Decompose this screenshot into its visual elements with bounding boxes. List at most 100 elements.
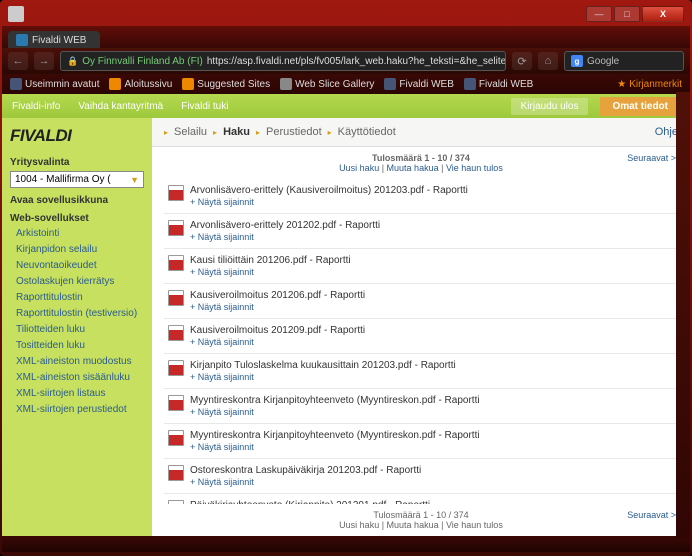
search-input[interactable]: g Google	[564, 51, 684, 71]
cert-company: Oy Finnvalli Finland Ab (FI)	[82, 56, 203, 67]
result-title: Ostoreskontra Laskupäiväkirja 201203.pdf…	[190, 465, 674, 476]
crumb-kayttotiedot[interactable]: Käyttötiedot	[338, 126, 396, 138]
company-select[interactable]: 1004 - Mallifirma Oy ( ▼	[10, 171, 144, 188]
show-locations-link[interactable]: + Näytä sijainnit	[190, 477, 674, 487]
show-locations-link[interactable]: + Näytä sijainnit	[190, 337, 674, 347]
own-info-button[interactable]: Omat tiedot	[600, 97, 680, 116]
bookmark-fivaldi-2[interactable]: Fivaldi WEB	[464, 78, 533, 90]
chevron-right-icon: ▸	[213, 128, 217, 137]
sidebar-item-tiliotteiden[interactable]: Tiliotteiden luku	[10, 323, 144, 336]
sidebar-item-arkistointi[interactable]: Arkistointi	[10, 227, 144, 240]
result-title: Kausi tiliöittäin 201206.pdf - Raportti	[190, 255, 674, 266]
folder-icon	[10, 78, 22, 90]
maximize-button[interactable]: □	[614, 6, 640, 22]
app-icon	[8, 6, 24, 22]
chevron-right-icon: ▸	[164, 128, 168, 137]
url-text: https://asp.fivaldi.net/pls/fv005/lark_w…	[207, 56, 506, 67]
result-row[interactable]: Kausiveroilmoitus 201206.pdf - Raportti+…	[164, 284, 678, 319]
result-row[interactable]: Myyntireskontra Kirjanpitoyhteenveto (My…	[164, 389, 678, 424]
home-button[interactable]: ⌂	[538, 52, 558, 70]
bookmarks-menu-icon[interactable]: ★ Kirjanmerkit	[617, 79, 682, 90]
chevron-down-icon: ▼	[130, 175, 139, 185]
help-link[interactable]: Ohje	[655, 126, 678, 138]
sidebar-item-raporttitulostin-test[interactable]: Raporttitulostin (testiversio)	[10, 307, 144, 320]
result-row[interactable]: Kirjanpito Tuloslaskelma kuukausittain 2…	[164, 354, 678, 389]
export-results-link[interactable]: Vie haun tulos	[446, 520, 503, 530]
bookmark-webslice[interactable]: Web Slice Gallery	[280, 78, 374, 90]
logo: FIVALDI	[10, 126, 144, 146]
breadcrumb: ▸ Selailu ▸ Haku ▸ Perustiedot ▸ Käyttöt…	[152, 118, 690, 147]
address-bar: ← → 🔒 Oy Finnvalli Finland Ab (FI) https…	[2, 48, 690, 74]
new-search-link[interactable]: Uusi haku	[339, 520, 379, 530]
page-icon	[280, 78, 292, 90]
close-button[interactable]: X	[642, 6, 684, 22]
status-bar	[2, 536, 690, 552]
sidebar-item-raporttitulostin[interactable]: Raporttitulostin	[10, 291, 144, 304]
result-count: Tulosmäärä 1 - 10 / 374	[164, 510, 678, 520]
result-title: Arvonlisävero-erittely (Kausiveroilmoitu…	[190, 185, 674, 196]
result-title: Kausiveroilmoitus 201206.pdf - Raportti	[190, 290, 674, 301]
show-locations-link[interactable]: + Näytä sijainnit	[190, 442, 674, 452]
open-app-window[interactable]: Avaa sovellusikkuna	[10, 195, 144, 206]
crumb-perustiedot[interactable]: Perustiedot	[266, 126, 322, 138]
result-row[interactable]: Arvonlisävero-erittely 201202.pdf - Rapo…	[164, 214, 678, 249]
pdf-icon	[168, 430, 182, 444]
sidebar-item-xml-perustiedot[interactable]: XML-siirtojen perustiedot	[10, 403, 144, 416]
chevron-right-icon: ▸	[256, 128, 260, 137]
sidebar-item-xml-listaus[interactable]: XML-siirtojen listaus	[10, 387, 144, 400]
next-page-link[interactable]: Seuraavat >	[627, 153, 676, 163]
nav-switch-company[interactable]: Vaihda kantayritmä	[78, 101, 163, 112]
sidebar-item-kirjanpidon-selailu[interactable]: Kirjanpidon selailu	[10, 243, 144, 256]
next-page-link[interactable]: Seuraavat >	[627, 510, 676, 520]
chevron-right-icon: ▸	[328, 128, 332, 137]
browser-tab[interactable]: Fivaldi WEB	[8, 31, 100, 48]
show-locations-link[interactable]: + Näytä sijainnit	[190, 232, 674, 242]
sidebar-item-ostolaskujen[interactable]: Ostolaskujen kierrätys	[10, 275, 144, 288]
modify-search-link[interactable]: Muuta hakua	[387, 163, 439, 173]
page-icon	[384, 78, 396, 90]
page-icon	[109, 78, 121, 90]
sidebar-item-xml-sisaanluku[interactable]: XML-aineiston sisäänluku	[10, 371, 144, 384]
pdf-icon	[168, 185, 182, 199]
pdf-icon	[168, 395, 182, 409]
show-locations-link[interactable]: + Näytä sijainnit	[190, 407, 674, 417]
result-title: Arvonlisävero-erittely 201202.pdf - Rapo…	[190, 220, 674, 231]
show-locations-link[interactable]: + Näytä sijainnit	[190, 372, 674, 382]
result-row[interactable]: Myyntireskontra Kirjanpitoyhteenveto (My…	[164, 424, 678, 459]
nav-support[interactable]: Fivaldi tuki	[181, 101, 228, 112]
result-row[interactable]: Kausiveroilmoitus 201209.pdf - Raportti+…	[164, 319, 678, 354]
result-row[interactable]: Arvonlisävero-erittely (Kausiveroilmoitu…	[164, 179, 678, 214]
crumb-selailu[interactable]: Selailu	[174, 126, 207, 138]
lock-icon: 🔒	[67, 56, 78, 67]
result-row[interactable]: Päiväkirjayhteenveto (Kirjanpito) 201201…	[164, 494, 678, 504]
bookmark-fivaldi-1[interactable]: Fivaldi WEB	[384, 78, 453, 90]
result-row[interactable]: Kausi tiliöittäin 201206.pdf - Raportti+…	[164, 249, 678, 284]
crumb-haku[interactable]: Haku	[223, 126, 250, 138]
pdf-icon	[168, 255, 182, 269]
result-row[interactable]: Ostoreskontra Laskupäiväkirja 201203.pdf…	[164, 459, 678, 494]
web-apps-label: Web-sovellukset	[10, 213, 144, 224]
minimize-button[interactable]: —	[586, 6, 612, 22]
search-engine-label: Google	[587, 56, 619, 67]
bookmark-suggested[interactable]: Suggested Sites	[182, 78, 270, 90]
new-search-link[interactable]: Uusi haku	[339, 163, 379, 173]
nav-fivaldi-info[interactable]: Fivaldi-info	[12, 101, 60, 112]
result-count: Tulosmäärä 1 - 10 / 374	[164, 153, 678, 163]
logout-button[interactable]: Kirjaudu ulos	[511, 98, 589, 115]
show-locations-link[interactable]: + Näytä sijainnit	[190, 267, 674, 277]
modify-search-link[interactable]: Muuta hakua	[387, 520, 439, 530]
scrollbar[interactable]	[676, 92, 690, 538]
show-locations-link[interactable]: + Näytä sijainnit	[190, 302, 674, 312]
reload-button[interactable]: ⟳	[512, 52, 532, 70]
export-results-link[interactable]: Vie haun tulos	[446, 163, 503, 173]
sidebar-item-xml-muodostus[interactable]: XML-aineiston muodostus	[10, 355, 144, 368]
company-select-value: 1004 - Mallifirma Oy (	[15, 174, 111, 185]
bookmark-homepage[interactable]: Aloitussivu	[109, 78, 172, 90]
back-button[interactable]: ←	[8, 52, 28, 70]
sidebar-item-tositteiden[interactable]: Tositteiden luku	[10, 339, 144, 352]
forward-button[interactable]: →	[34, 52, 54, 70]
show-locations-link[interactable]: + Näytä sijainnit	[190, 197, 674, 207]
bookmark-most-visited[interactable]: Useimmin avatut	[10, 78, 99, 90]
sidebar-item-neuvontaoikeudet[interactable]: Neuvontaoikeudet	[10, 259, 144, 272]
url-input[interactable]: 🔒 Oy Finnvalli Finland Ab (FI) https://a…	[60, 51, 506, 71]
